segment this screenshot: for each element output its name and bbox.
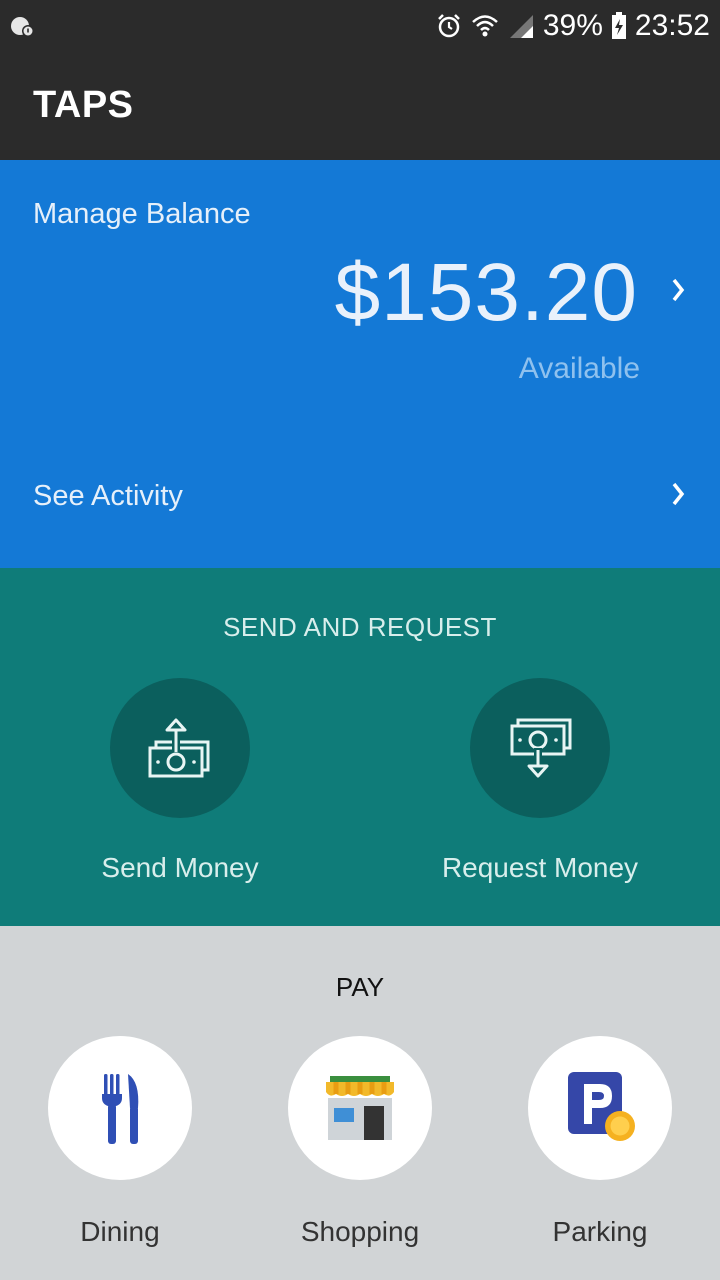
manage-balance-link[interactable]: Manage Balance (33, 198, 251, 231)
chevron-right-icon[interactable] (668, 478, 688, 510)
request-money-label[interactable]: Request Money (410, 852, 670, 884)
signal-icon (507, 12, 535, 40)
dining-icon (102, 1074, 139, 1144)
send-request-header: SEND AND REQUEST (223, 612, 497, 642)
send-request-section: SEND AND REQUEST Send Money Request Mone… (0, 568, 720, 926)
notification-icon (8, 12, 36, 40)
send-money-button[interactable] (110, 678, 250, 818)
parking-label[interactable]: Parking (480, 1216, 720, 1248)
request-money-button[interactable] (470, 678, 610, 818)
send-money-label[interactable]: Send Money (50, 852, 310, 884)
pay-header: PAY (335, 972, 385, 1002)
dining-label[interactable]: Dining (0, 1216, 240, 1248)
status-bar: 39% 23:52 (0, 0, 720, 54)
app-title: TAPS (33, 84, 134, 126)
balance-amount[interactable]: $153.20 (335, 246, 638, 340)
see-activity-link[interactable]: See Activity (33, 480, 183, 513)
request-money-icon (510, 718, 572, 778)
clock: 23:52 (634, 9, 710, 42)
battery-percent: 39% (542, 9, 603, 42)
chevron-right-icon[interactable] (668, 274, 688, 306)
parking-button[interactable] (528, 1036, 672, 1180)
app-bar: TAPS (0, 54, 720, 160)
parking-icon (568, 1072, 635, 1141)
wifi-icon (471, 12, 499, 40)
shopping-button[interactable] (288, 1036, 432, 1180)
battery-icon (611, 12, 627, 40)
pay-section: PAY Dining Shopping Parking (0, 926, 720, 1280)
balance-card[interactable]: Manage Balance $153.20 Available See Act… (0, 160, 720, 568)
shopping-icon (326, 1076, 394, 1140)
available-label: Available (518, 352, 640, 385)
send-money-icon (148, 718, 210, 778)
shopping-label[interactable]: Shopping (240, 1216, 480, 1248)
dining-button[interactable] (48, 1036, 192, 1180)
alarm-icon (435, 12, 463, 40)
